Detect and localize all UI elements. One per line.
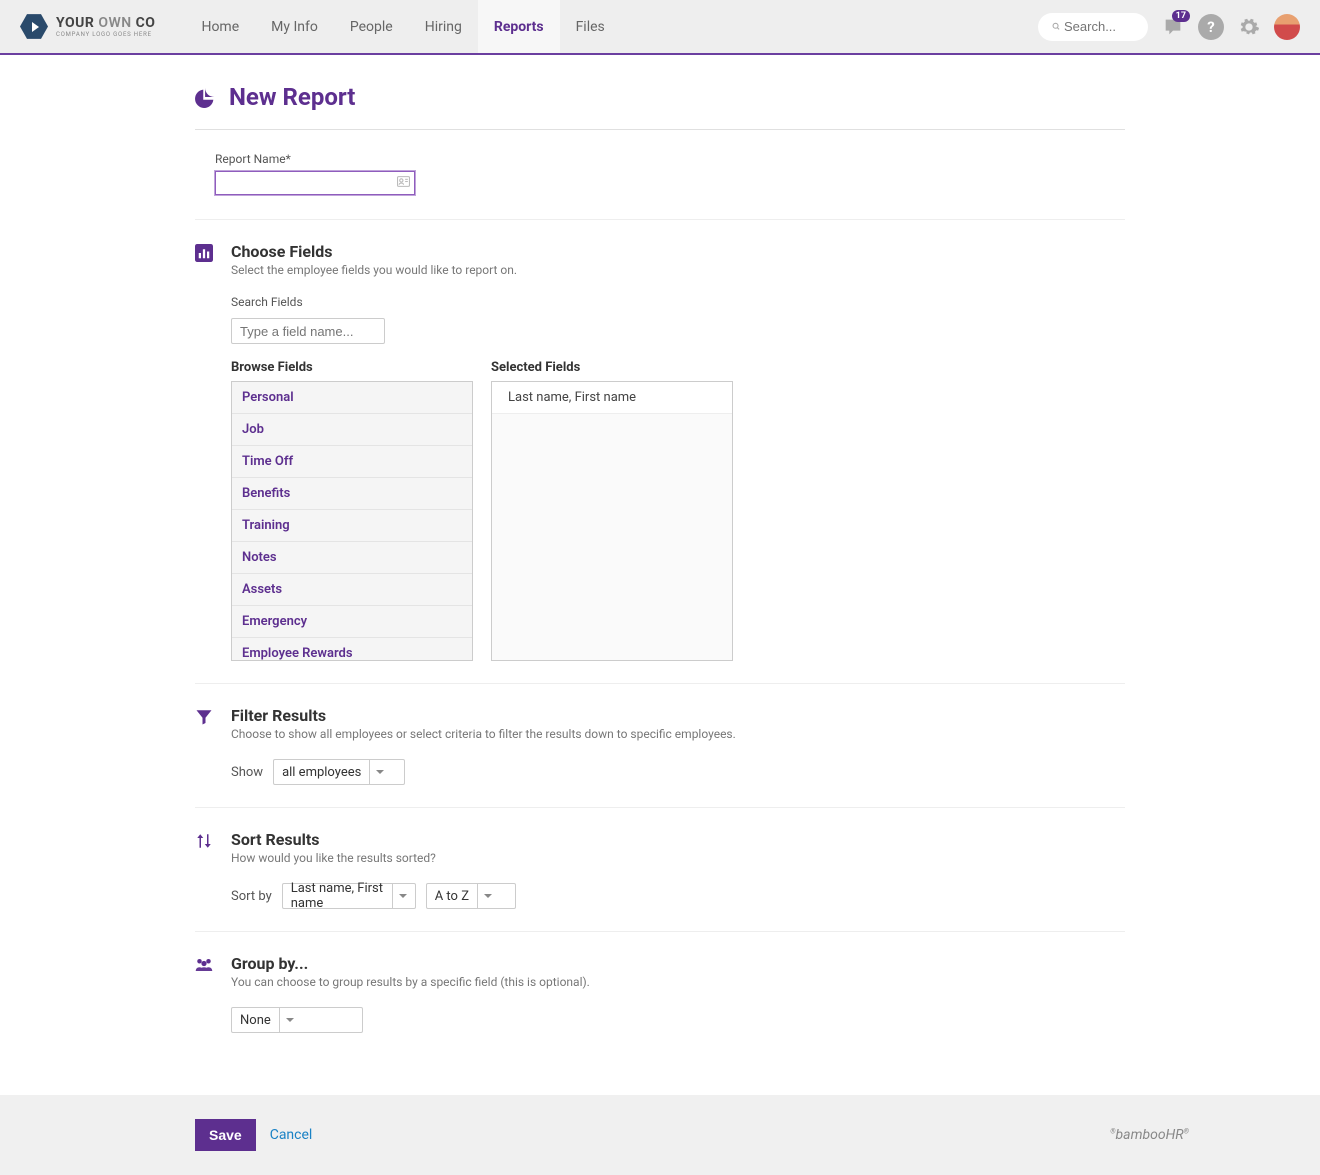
browse-fields-label: Browse Fields (231, 360, 473, 375)
logo-hex-icon (20, 13, 48, 41)
report-name-input[interactable] (215, 171, 415, 195)
help-icon: ? (1207, 18, 1214, 36)
gear-icon (1238, 16, 1260, 38)
logo-tagline: COMPANY LOGO GOES HERE (56, 32, 155, 38)
sortby-label: Sort by (231, 889, 272, 904)
logo-main-text: YOUR OWN CO (56, 16, 155, 30)
groupby-select[interactable]: None (231, 1007, 363, 1033)
groupby-select-value: None (240, 1013, 271, 1028)
search-fields-input[interactable] (231, 318, 385, 344)
global-search[interactable] (1038, 13, 1148, 41)
contact-card-icon (397, 176, 410, 190)
nav-hiring[interactable]: Hiring (409, 0, 478, 53)
user-avatar[interactable] (1274, 14, 1300, 40)
choose-fields-sub: Select the employee fields you would lik… (231, 263, 1125, 277)
search-input[interactable] (1064, 19, 1134, 34)
nav-files[interactable]: Files (560, 0, 621, 53)
main-nav: Home My Info People Hiring Reports Files (185, 0, 620, 53)
choose-fields-section: Choose Fields Select the employee fields… (195, 220, 1125, 684)
pie-chart-icon (195, 86, 217, 108)
nav-home[interactable]: Home (185, 0, 255, 53)
show-select[interactable]: all employees (273, 759, 405, 785)
chevron-down-icon (286, 1018, 294, 1022)
sortby-select[interactable]: Last name, First name (282, 883, 416, 909)
browse-category[interactable]: Job (232, 414, 472, 446)
group-title: Group by... (231, 954, 1125, 973)
nav-reports[interactable]: Reports (478, 0, 560, 53)
company-logo[interactable]: YOUR OWN CO COMPANY LOGO GOES HERE (20, 13, 155, 41)
sort-direction-select[interactable]: A to Z (426, 883, 516, 909)
selected-fields-list[interactable]: Last name, First name (491, 381, 733, 661)
choose-fields-title: Choose Fields (231, 242, 1125, 261)
browse-category[interactable]: Training (232, 510, 472, 542)
chevron-down-icon (399, 894, 407, 898)
inbox-button[interactable]: 17 (1160, 14, 1186, 40)
filter-title: Filter Results (231, 706, 1125, 725)
browse-category[interactable]: Assets (232, 574, 472, 606)
browse-category[interactable]: Notes (232, 542, 472, 574)
browse-category[interactable]: Employee Rewards (232, 638, 472, 661)
play-icon (32, 22, 39, 32)
page-header: New Report (195, 83, 1125, 130)
inbox-badge: 17 (1172, 10, 1190, 22)
chevron-down-icon (376, 770, 384, 774)
browse-category[interactable]: Time Off (232, 446, 472, 478)
selected-fields-label: Selected Fields (491, 360, 733, 375)
people-group-icon (195, 956, 213, 974)
sort-direction-value: A to Z (435, 889, 469, 904)
show-select-value: all employees (282, 765, 361, 780)
topbar: YOUR OWN CO COMPANY LOGO GOES HERE Home … (0, 0, 1320, 55)
vendor-brand: ®bambooHR® (1110, 1127, 1189, 1143)
browse-category[interactable]: Personal (232, 382, 472, 414)
nav-my-info[interactable]: My Info (255, 0, 334, 53)
sort-results-section: Sort Results How would you like the resu… (195, 808, 1125, 932)
report-name-label: Report Name* (215, 152, 1125, 166)
show-label: Show (231, 765, 263, 780)
nav-people[interactable]: People (334, 0, 409, 53)
group-sub: You can choose to group results by a spe… (231, 975, 1125, 989)
selected-field-item[interactable]: Last name, First name (492, 382, 732, 414)
cancel-link[interactable]: Cancel (270, 1127, 313, 1143)
filter-results-section: Filter Results Choose to show all employ… (195, 684, 1125, 808)
search-fields-label: Search Fields (231, 295, 1125, 309)
browse-category[interactable]: Emergency (232, 606, 472, 638)
bar-chart-icon (195, 244, 213, 262)
group-by-section: Group by... You can choose to group resu… (195, 932, 1125, 1055)
chevron-down-icon (484, 894, 492, 898)
sort-sub: How would you like the results sorted? (231, 851, 1125, 865)
save-button[interactable]: Save (195, 1119, 256, 1151)
filter-sub: Choose to show all employees or select c… (231, 727, 1125, 741)
settings-button[interactable] (1236, 14, 1262, 40)
page-title: New Report (229, 83, 355, 111)
sortby-select-value: Last name, First name (291, 881, 384, 911)
browse-fields-list[interactable]: Personal Job Time Off Benefits Training … (231, 381, 473, 661)
search-icon (1052, 20, 1061, 33)
sort-title: Sort Results (231, 830, 1125, 849)
funnel-icon (195, 708, 213, 726)
help-button[interactable]: ? (1198, 14, 1224, 40)
browse-category[interactable]: Benefits (232, 478, 472, 510)
page-footer: Save Cancel ®bambooHR® (0, 1095, 1320, 1175)
sort-icon (195, 832, 213, 850)
